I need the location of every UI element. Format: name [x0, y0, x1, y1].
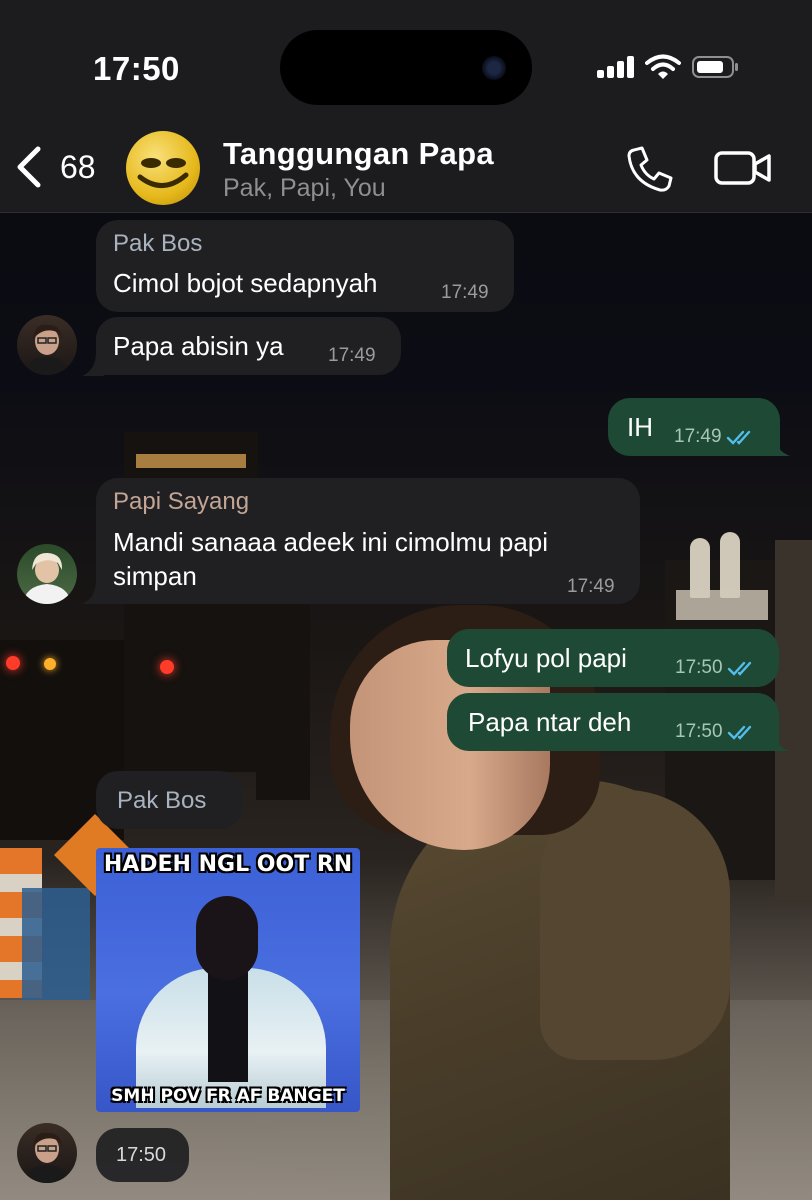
- message-time: 17:50: [675, 651, 757, 685]
- double-check-icon: [726, 430, 750, 445]
- meme-figure-shirt: [208, 972, 248, 1082]
- sender-name[interactable]: Papi Sayang: [113, 487, 249, 517]
- unread-count: 68: [60, 148, 96, 185]
- message-bubble[interactable]: Papa abisin ya 17:49: [96, 317, 401, 375]
- message-time: 17:50: [116, 1144, 167, 1166]
- avatar[interactable]: [17, 544, 77, 604]
- traffic-light: [160, 660, 174, 674]
- signal-icon: [597, 56, 637, 78]
- chat-header: 68 Tanggungan Papa Pak, Papi, You: [0, 120, 812, 213]
- battery-icon: [692, 56, 738, 78]
- group-name[interactable]: Tanggungan Papa: [223, 136, 494, 172]
- bubble-tail: [82, 352, 104, 376]
- meme-figure-head: [196, 896, 258, 980]
- sender-name[interactable]: Pak Bos: [113, 229, 202, 259]
- sender-name[interactable]: Pak Bos: [117, 786, 206, 816]
- message-text: IH: [627, 412, 653, 442]
- message-time: 17:49: [567, 576, 615, 597]
- bubble-tail: [82, 580, 104, 604]
- message-bubble[interactable]: Papi Sayang Mandi sanaaa adeek ini cimol…: [96, 478, 640, 604]
- traffic-light: [6, 656, 20, 670]
- back-button[interactable]: 68: [14, 142, 114, 192]
- avatar[interactable]: [17, 315, 77, 375]
- meme-caption-bottom: SMH POV FR AF BANGET: [111, 1086, 345, 1106]
- tower-spire: [690, 538, 710, 598]
- message-text-line1: Mandi sanaaa adeek ini cimolmu papi: [113, 527, 549, 557]
- message-text: Lofyu pol papi: [465, 643, 627, 673]
- camera-icon: [482, 56, 506, 80]
- blue-sign: [22, 888, 90, 1000]
- message-bubble-outgoing[interactable]: Papa ntar deh 17:50: [447, 693, 779, 751]
- back-chevron-icon: [17, 146, 41, 188]
- bubble-tail: [766, 432, 790, 456]
- tower-spire: [720, 532, 740, 598]
- status-time: 17:50: [93, 50, 180, 87]
- wifi-icon: [645, 54, 681, 79]
- group-members[interactable]: Pak, Papi, You: [223, 174, 386, 203]
- traffic-light: [44, 658, 56, 670]
- message-time: 17:50: [675, 715, 757, 749]
- double-check-icon: [727, 661, 751, 676]
- status-bar: 17:50: [0, 0, 812, 120]
- message-text: Papa ntar deh: [468, 707, 632, 737]
- emoji-face-icon: [137, 158, 189, 188]
- tower-facade: [676, 590, 768, 620]
- double-check-icon: [727, 725, 751, 740]
- message-time: 17:49: [441, 282, 489, 303]
- message-time: 17:49: [328, 345, 376, 366]
- avatar-photo: [25, 324, 69, 375]
- meme-caption-top: HADEH NGL OOT RN: [103, 852, 353, 877]
- message-bubble-outgoing[interactable]: Lofyu pol papi 17:50: [447, 629, 779, 687]
- message-time-value: 17:50: [675, 721, 723, 742]
- meme-image[interactable]: HADEH NGL OOT RN SMH POV FR AF BANGET: [96, 848, 360, 1112]
- video-camera-icon[interactable]: [713, 148, 773, 188]
- group-avatar[interactable]: [126, 131, 200, 205]
- message-bubble[interactable]: Pak Bos Cimol bojot sedapnyah 17:49: [96, 220, 514, 312]
- message-time-value: 17:50: [675, 657, 723, 678]
- phone-icon[interactable]: [624, 144, 674, 194]
- bubble-tail: [765, 727, 789, 751]
- message-text-line2: simpan: [113, 561, 197, 591]
- avatar-photo: [23, 552, 71, 604]
- building: [775, 540, 812, 900]
- message-time: 17:49: [674, 420, 756, 454]
- message-bubble-outgoing[interactable]: IH 17:49: [608, 398, 780, 456]
- building-lights: [136, 454, 246, 468]
- person-hood: [540, 790, 730, 1060]
- building: [256, 600, 310, 800]
- message-text: Papa abisin ya: [113, 331, 284, 361]
- sender-name-chip[interactable]: Pak Bos: [96, 771, 242, 829]
- avatar[interactable]: [17, 1123, 77, 1183]
- message-text: Cimol bojot sedapnyah: [113, 268, 378, 298]
- image-time-chip: 17:50: [96, 1128, 189, 1182]
- avatar-photo: [25, 1132, 69, 1183]
- message-time-value: 17:49: [674, 426, 722, 447]
